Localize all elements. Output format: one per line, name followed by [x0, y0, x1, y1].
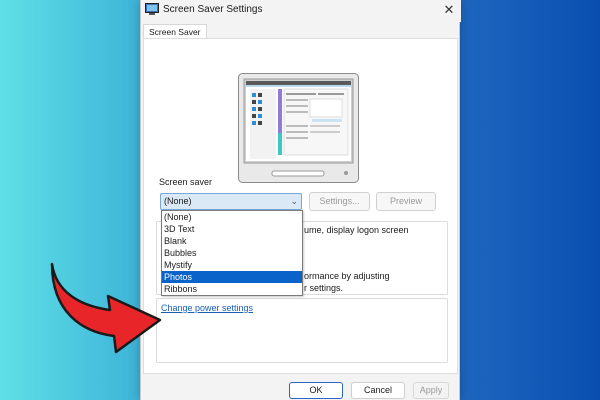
- apply-button[interactable]: Apply: [413, 382, 449, 399]
- preview-button[interactable]: Preview: [376, 192, 436, 211]
- chevron-down-icon: ⌄: [290, 196, 298, 206]
- dropdown-option-photos[interactable]: Photos: [162, 271, 302, 283]
- screen-saver-dialog: Screen Saver Settings ✕ Screen Saver Scr…: [140, 0, 461, 400]
- dropdown-option-blank[interactable]: Blank: [162, 235, 302, 247]
- screen-saver-dropdown-list: (None) 3D Text Blank Bubbles Mystify Pho…: [161, 210, 303, 296]
- cancel-button[interactable]: Cancel: [351, 382, 405, 399]
- dropdown-option-bubbles[interactable]: Bubbles: [162, 247, 302, 259]
- title-bar: Screen Saver Settings ✕: [141, 0, 461, 22]
- screen-saver-group-label: Screen saver: [157, 177, 215, 187]
- power-description-line1: ormance by adjusting: [304, 271, 390, 281]
- dropdown-option-mystify[interactable]: Mystify: [162, 259, 302, 271]
- preview-monitor: [238, 73, 359, 183]
- dropdown-option-none[interactable]: (None): [162, 211, 302, 223]
- close-icon[interactable]: ✕: [441, 1, 457, 19]
- tab-screen-saver[interactable]: Screen Saver: [143, 24, 207, 39]
- dropdown-option-ribbons[interactable]: Ribbons: [162, 283, 302, 295]
- window-title: Screen Saver Settings: [163, 4, 263, 15]
- screen-saver-select[interactable]: (None) ⌄: [160, 193, 302, 210]
- monitor-icon: [145, 3, 159, 15]
- screen-saver-select-value: (None): [164, 196, 192, 206]
- settings-button[interactable]: Settings...: [309, 192, 370, 211]
- logon-option-label: ume, display logon screen: [304, 225, 409, 235]
- ok-button[interactable]: OK: [289, 382, 343, 399]
- red-arrow-icon: [50, 262, 162, 354]
- power-description-line2: r settings.: [304, 283, 344, 293]
- change-power-settings-link[interactable]: Change power settings: [161, 303, 253, 313]
- dropdown-option-3d-text[interactable]: 3D Text: [162, 223, 302, 235]
